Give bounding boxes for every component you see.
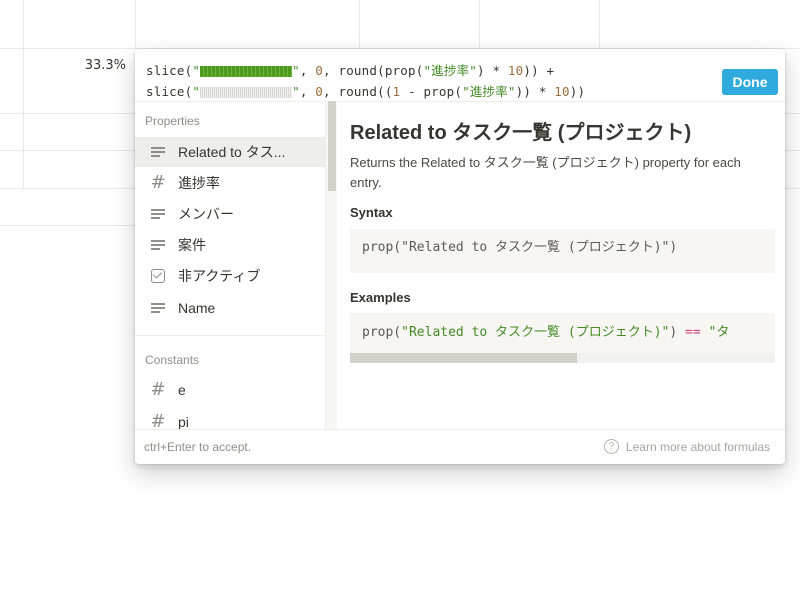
formula-line-1[interactable]: slice(" ", 0, round(prop("進捗率") * 10)) + [146,60,554,79]
code-token: ) [669,325,686,340]
formula-reference-list[interactable]: Properties Related to タス... # 進捗率 メンバー 案… [135,101,325,429]
formula-popup: slice(" ", 0, round(prop("進捗率") * 10)) + … [135,49,785,464]
property-item-progress[interactable]: # 進捗率 [135,168,325,198]
list-item-label: 案件 [178,237,206,253]
list-scrollbar-thumb[interactable] [328,101,336,191]
progress-cell[interactable]: 33.3% [60,58,126,73]
code-token: ) [669,240,678,255]
example-code-block[interactable]: prop("Related to タスク一覧 (プロジェクト)") == "タ [350,313,775,363]
example-code: prop("Related to タスク一覧 (プロジェクト)") == "タ [362,321,729,340]
list-item-label: e [178,382,186,398]
property-item-inactive[interactable]: 非アクティブ [135,261,325,291]
constant-item-e[interactable]: # e [135,375,325,405]
checkbox-icon [147,267,169,285]
code-token: "Related to タスク一覧 (プロジェクト)" [401,325,670,340]
doc-title: Related to タスク一覧 (プロジェクト) [350,122,692,144]
code-token: )) + [523,63,555,78]
code-token: , [299,63,316,78]
syntax-code: prop("Related to タスク一覧 (プロジェクト)") [362,236,677,255]
code-token: "進捗率" [423,63,478,78]
property-item-project[interactable]: 案件 [135,230,325,260]
code-token: 0 [315,63,324,78]
constant-item-pi[interactable]: # pi [135,407,325,430]
text-icon [147,299,169,317]
code-token: " [192,63,201,78]
formula-line-2[interactable]: slice(" ", 0, round((1 - prop("進捗率")) * 1… [146,81,585,100]
number-icon: # [150,411,166,430]
example-horizontal-scrollbar[interactable] [350,353,775,363]
learn-more-link[interactable]: ? Learn more about formulas [603,439,770,454]
example-scrollbar-thumb[interactable] [350,353,577,363]
properties-heading: Properties [145,114,200,128]
progress-bar-filled-glyphs [200,66,293,77]
code-token: - prop( [400,84,463,99]
text-icon [147,205,169,223]
list-item-label: Name [178,300,216,316]
learn-more-label: Learn more about formulas [625,439,770,454]
property-item-name[interactable]: Name [135,293,325,323]
table-row-border [0,225,135,226]
code-token: , round(( [323,84,393,99]
code-token: slice( [146,84,193,99]
code-token: == [685,325,701,340]
doc-description: Returns the Related to タスク一覧 (プロジェクト) pr… [350,155,741,190]
code-token: , round(prop( [323,63,424,78]
table-column-border [23,0,24,188]
list-item-label: Related to タス... [178,144,286,160]
help-icon: ? [603,439,619,454]
code-token: " [292,63,300,78]
constants-heading: Constants [145,353,200,367]
table-column-border [599,0,600,49]
formula-editor[interactable]: slice(" ", 0, round(prop("進捗率") * 10)) + … [135,49,785,101]
list-item-label: pi [178,414,189,429]
examples-heading: Examples [350,290,411,305]
section-divider [135,335,325,336]
list-item-label: 進捗率 [178,175,220,191]
code-token: , [299,84,316,99]
syntax-heading: Syntax [350,205,393,220]
code-token: prop( [362,240,402,255]
code-token: "Related to タスク一覧 (プロジェクト)" [401,240,670,255]
code-token: "進捗率" [462,84,516,99]
done-button[interactable]: Done [722,69,778,95]
list-item-label: 非アクティブ [178,268,261,284]
number-icon: # [150,172,166,193]
property-item-members[interactable]: メンバー [135,199,325,229]
code-token: " [192,84,201,99]
table-column-border [359,0,360,49]
code-token: )) [569,84,586,99]
code-token: ) * [477,63,508,78]
code-token: "タ [700,325,730,340]
keyboard-hint: ctrl+Enter to accept. [144,440,252,454]
code-token: 10 [507,63,524,78]
number-icon: # [150,379,166,400]
code-token: slice( [146,63,193,78]
list-item-label: メンバー [178,206,234,222]
documentation-panel: Related to タスク一覧 (プロジェクト) Returns the Re… [337,101,785,429]
code-token: " [292,84,300,99]
list-scrollbar[interactable] [325,101,337,429]
table-column-border [135,0,136,49]
code-token: prop( [362,325,402,340]
text-icon [147,236,169,254]
code-token: )) * [515,84,555,99]
code-token: 0 [315,84,324,99]
progress-bar-empty-glyphs [200,87,293,98]
syntax-code-block[interactable]: prop("Related to タスク一覧 (プロジェクト)") [350,229,775,273]
table-column-border [479,0,480,49]
code-token: 10 [554,84,570,99]
popup-footer: ctrl+Enter to accept. ? Learn more about… [135,429,785,464]
property-item-related-to[interactable]: Related to タス... [135,137,325,167]
text-icon [147,143,169,161]
